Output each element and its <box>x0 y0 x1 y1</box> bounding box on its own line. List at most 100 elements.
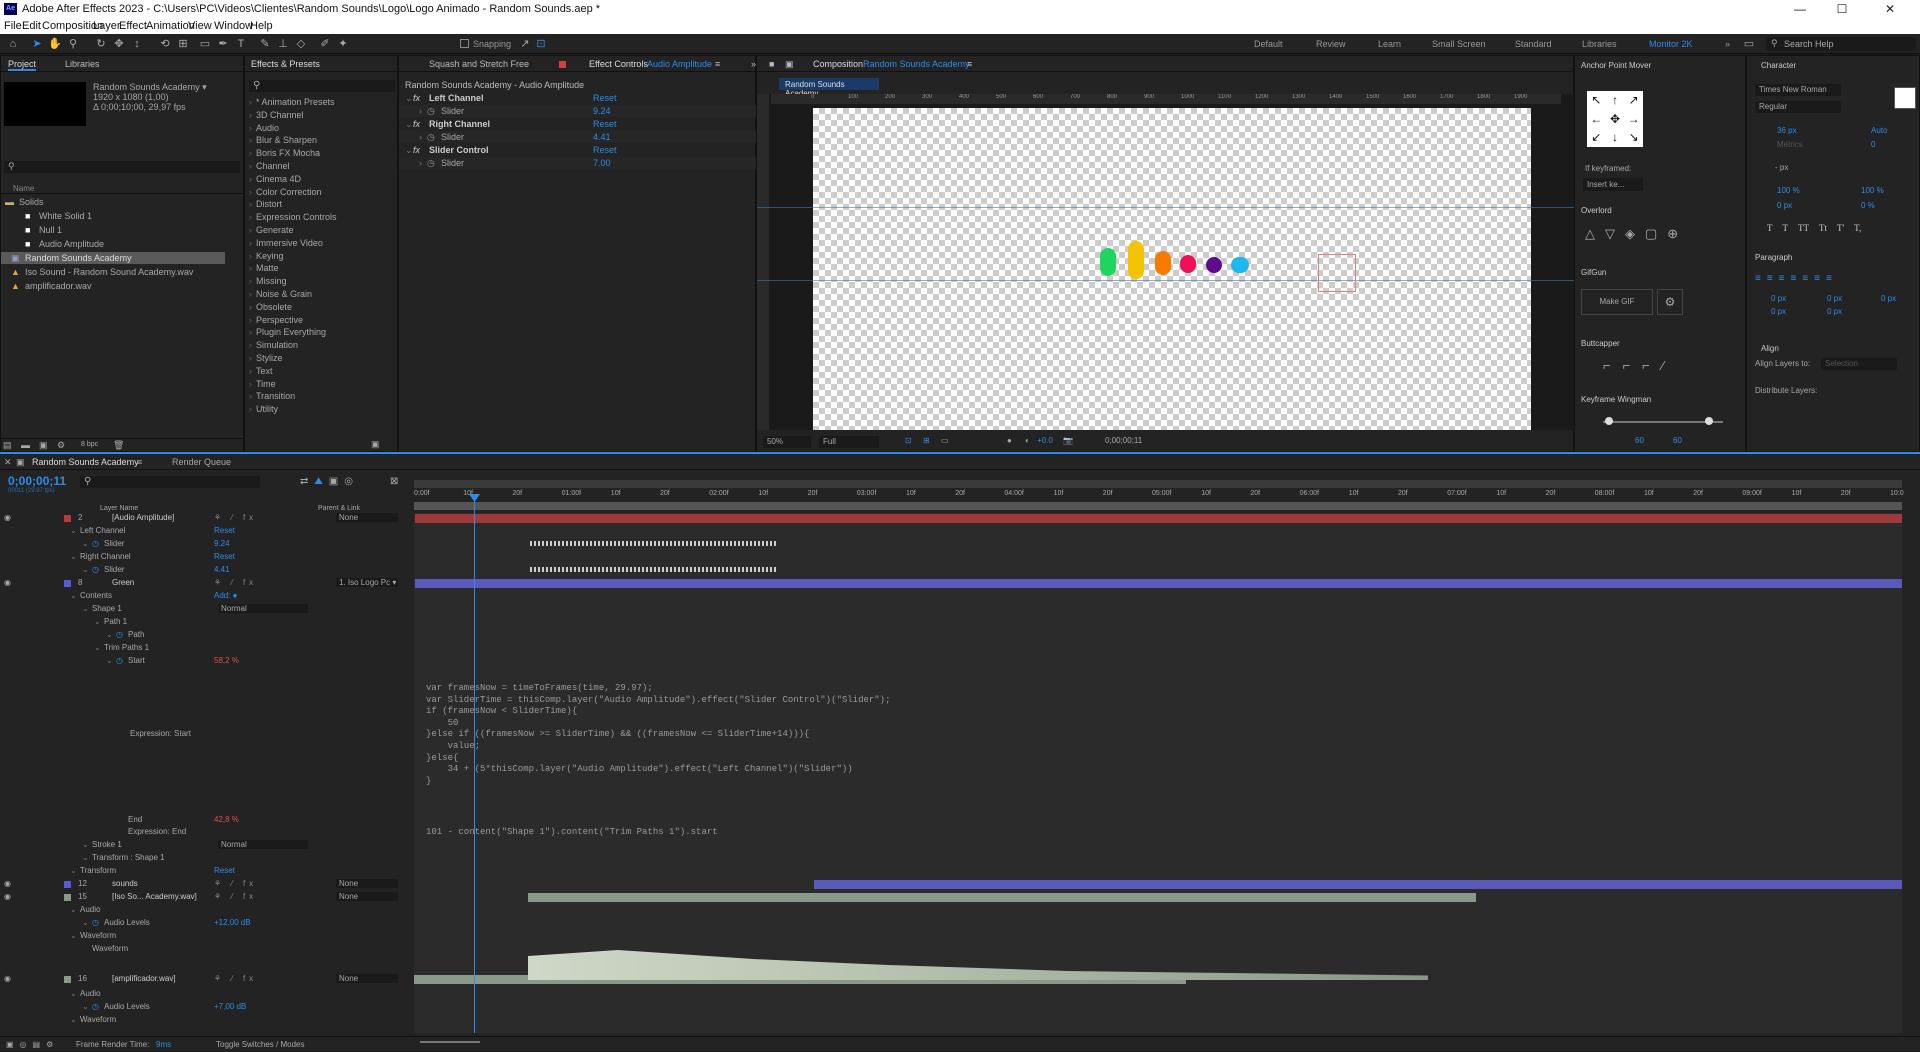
timeline-property-row[interactable]: ⌄ ◷ Audio Levels +12,00 dB <box>0 918 338 928</box>
timeline-layer-row[interactable]: ◉ 16 [amplificador.wav] ⚘ ⁄ fx None <box>0 974 398 984</box>
property-value[interactable]: Add: ● <box>214 591 238 600</box>
chevron-down-icon[interactable]: ⌄ <box>94 617 101 626</box>
expression-start-code[interactable]: var framesNow = timeToFrames(time, 29.97… <box>426 683 890 787</box>
lock-icon[interactable]: ■ <box>769 59 774 69</box>
workspace-small-screen[interactable]: Small Screen <box>1432 39 1486 49</box>
effects-category[interactable]: › Missing <box>245 275 399 287</box>
anchor-bottom-right-icon[interactable]: ↘ <box>1624 128 1643 147</box>
menu-layer[interactable]: Layer <box>93 20 121 32</box>
chevron-down-icon[interactable]: ⌄ <box>70 989 77 998</box>
chevron-down-icon[interactable]: ⌄ <box>82 604 89 613</box>
effects-category[interactable]: › Noise & Grain <box>245 288 399 300</box>
parent-dropdown[interactable]: None <box>336 892 398 901</box>
timeline-property-row[interactable]: ⌄ ◷ Audio Levels +7,00 dB <box>0 1002 338 1012</box>
timeline-layer-row[interactable]: ◉ 2 [Audio Amplitude] ⚘ ⁄ fx None <box>0 513 398 523</box>
timeline-property-row[interactable]: ⌄ Stroke 1 Normal <box>0 840 338 850</box>
text-style-button[interactable]: T, <box>1854 223 1861 233</box>
clone-tool-icon[interactable]: ⊥ <box>276 37 290 51</box>
property-value[interactable]: Reset <box>214 526 235 535</box>
puppet-tool-icon[interactable]: ✦ <box>336 37 350 51</box>
chevron-down-icon[interactable]: ⌄ <box>82 918 89 927</box>
resolution-dropdown[interactable]: Full <box>819 436 879 448</box>
workspace-default[interactable]: Default <box>1254 39 1283 49</box>
align-to-dropdown[interactable]: Selection <box>1821 358 1897 370</box>
project-item[interactable]: ■ White Solid 1 <box>1 210 245 222</box>
text-style-button[interactable]: T <box>1783 223 1789 233</box>
effects-category[interactable]: › Audio <box>245 122 399 134</box>
effects-category[interactable]: › Text <box>245 365 399 377</box>
anchor-bottom-icon[interactable]: ↓ <box>1606 128 1625 147</box>
effects-category[interactable]: › Utility <box>245 403 399 415</box>
chevron-down-icon[interactable]: ⌄ <box>82 539 89 548</box>
effects-category[interactable]: › Cinema 4D <box>245 173 399 185</box>
effect-controls-target[interactable]: Audio Amplitude <box>647 59 712 69</box>
project-item[interactable]: ■ Null 1 <box>1 224 245 236</box>
wingman-slider-handle-left[interactable] <box>1605 417 1613 425</box>
leading-value[interactable]: Auto <box>1871 126 1887 135</box>
color-icon[interactable]: ● <box>1007 436 1012 445</box>
stroke-width-value[interactable]: - px <box>1775 163 1788 172</box>
horizontal-scale-value[interactable]: 100 % <box>1861 186 1884 195</box>
chevron-right-icon[interactable]: › <box>419 158 422 168</box>
effect-row[interactable]: ⌄ fx Left Channel Reset <box>399 92 757 104</box>
layer-switch-icons[interactable]: ⚘ ⁄ fx <box>214 974 257 983</box>
graph-editor-icon[interactable]: ⊠ <box>390 476 398 487</box>
slider-value[interactable]: 4.41 <box>593 132 611 142</box>
exposure-icon[interactable]: ◐ <box>1025 436 1030 445</box>
workspace-standard[interactable]: Standard <box>1515 39 1552 49</box>
layer-duration-bar[interactable] <box>528 893 1476 902</box>
timeline-property-row[interactable]: ⌄ Audio <box>0 989 338 999</box>
stopwatch-icon[interactable]: ◷ <box>116 656 123 665</box>
eraser-tool-icon[interactable]: ◇ <box>294 37 308 51</box>
timeline-property-row[interactable]: ⌄ Contents Add: ● <box>0 591 338 601</box>
timeline-property-row[interactable]: ⌄ Right Channel Reset <box>0 552 338 562</box>
effects-category[interactable]: › Time <box>245 378 399 390</box>
space-after-value[interactable]: 0 px <box>1827 307 1842 316</box>
visibility-icon[interactable]: ◉ <box>4 892 11 901</box>
effects-presets-tab[interactable]: Effects & Presets <box>251 59 320 69</box>
visibility-icon[interactable]: ◉ <box>4 974 11 983</box>
timeline-property-row[interactable]: ⌄ ◷ Slider 4.41 <box>0 565 338 575</box>
effect-slider-row[interactable]: › ◷ Slider 4.41 <box>399 131 757 143</box>
menu-help[interactable]: Help <box>250 20 273 32</box>
minimize-button[interactable]: — <box>1780 0 1820 18</box>
maximize-button[interactable]: ☐ <box>1822 0 1862 18</box>
libraries-tab[interactable]: Libraries <box>65 59 100 69</box>
timeline-property-row[interactable]: ⌄ Shape 1 Normal <box>0 604 338 614</box>
effects-search-input[interactable]: ⚲ <box>249 80 395 92</box>
bpc-label[interactable]: 8 bpc <box>81 441 98 448</box>
anchor-right-icon[interactable]: → <box>1624 110 1643 129</box>
layer-switch-icons[interactable]: ⚘ ⁄ fx <box>214 879 257 888</box>
label-color-swatch[interactable] <box>64 580 71 587</box>
indent-left-value[interactable]: 0 px <box>1771 294 1786 303</box>
stopwatch-icon[interactable]: ◷ <box>116 630 123 639</box>
chevron-down-icon[interactable]: ⌄ <box>405 145 413 156</box>
logo-bar[interactable] <box>1128 241 1144 279</box>
stopwatch-icon[interactable]: ◷ <box>92 918 99 927</box>
workspace-overflow[interactable]: » <box>1725 39 1730 49</box>
effects-category[interactable]: › Keying <box>245 250 399 262</box>
effect-row[interactable]: ⌄ fx Slider Control Reset <box>399 144 757 156</box>
effects-category[interactable]: › Obsolete <box>245 301 399 313</box>
menu-edit[interactable]: Edit <box>22 20 41 32</box>
effects-category[interactable]: › Color Correction <box>245 186 399 198</box>
text-style-button[interactable]: T' <box>1837 223 1844 233</box>
logo-bar[interactable] <box>1100 248 1116 276</box>
search-help-input[interactable]: ⚲ Search Help <box>1766 37 1916 51</box>
zoom-dropdown[interactable]: 50% <box>763 436 811 448</box>
anchor-top-left-icon[interactable]: ↖ <box>1587 91 1606 110</box>
project-item[interactable]: ▲ amplificador.wav <box>1 280 245 292</box>
effects-category[interactable]: › * Animation Presets <box>245 96 399 108</box>
timeline-property-row[interactable]: Waveform <box>0 944 338 954</box>
chevron-down-icon[interactable]: ⌄ <box>82 1002 89 1011</box>
property-value[interactable]: +7,00 dB <box>214 1002 246 1011</box>
new-preset-icon[interactable]: ▣ <box>371 439 380 450</box>
timeline-footer-icons[interactable]: ▣◎▤⚙ <box>6 1040 59 1049</box>
project-search-input[interactable]: ⚲ <box>4 161 240 173</box>
effects-category[interactable]: › Simulation <box>245 339 399 351</box>
label-color-swatch[interactable] <box>64 976 71 983</box>
fx-icon[interactable]: fx <box>413 119 420 129</box>
parent-dropdown[interactable]: 1. Iso Logo Pc ▾ <box>336 578 398 587</box>
expression-end-code[interactable]: 101 - content("Shape 1").content("Trim P… <box>426 827 718 837</box>
chevron-down-icon[interactable]: ⌄ <box>405 119 413 130</box>
